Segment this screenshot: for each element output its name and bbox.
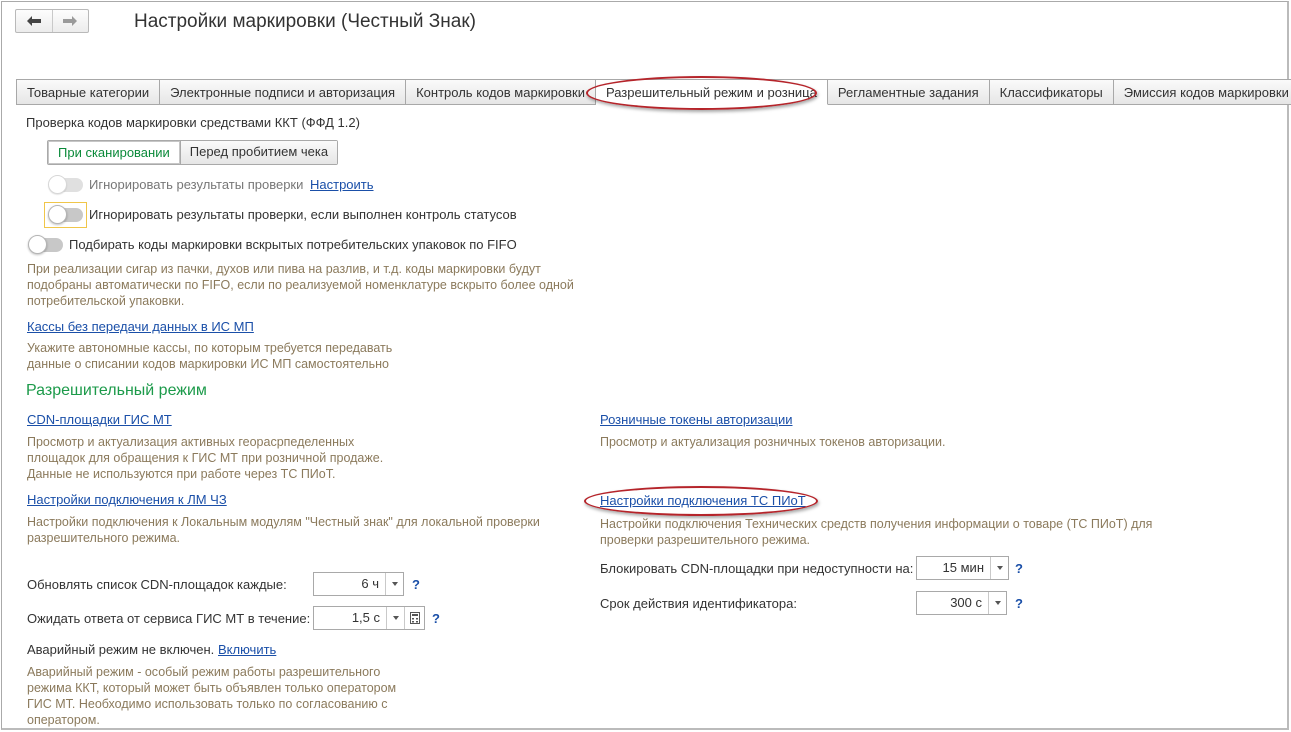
nav-buttons	[15, 9, 89, 33]
id-validity-label: Срок действия идентификатора:	[600, 596, 797, 611]
tab-signatures-auth[interactable]: Электронные подписи и авторизация	[160, 79, 407, 105]
piot-connection-link[interactable]: Настройки подключения ТС ПИоТ	[600, 493, 806, 508]
lm-connection-note: Настройки подключения к Локальным модуля…	[27, 514, 540, 546]
id-validity-field[interactable]: 300 с	[916, 591, 1007, 615]
refresh-cdn-help-icon[interactable]: ?	[412, 577, 420, 592]
emergency-note: Аварийный режим - особый режим работы ра…	[27, 664, 396, 728]
lm-note-line: разрешительного режима.	[27, 531, 181, 545]
fifo-note-line: потребительской упаковки.	[27, 294, 185, 308]
cdn-note-line: Просмотр и актуализация активных геораср…	[27, 435, 355, 449]
tab-product-categories[interactable]: Товарные категории	[16, 79, 161, 105]
forward-button[interactable]	[51, 10, 89, 32]
ignore-if-status-toggle[interactable]	[48, 205, 83, 224]
tab-scheduled-jobs[interactable]: Регламентные задания	[827, 79, 990, 105]
retail-tokens-link[interactable]: Розничные токены авторизации	[600, 412, 793, 427]
lm-connection-link[interactable]: Настройки подключения к ЛМ ЧЗ	[27, 492, 227, 507]
cdn-note-line: Данные не используются при работе через …	[27, 467, 336, 481]
emergency-status: Аварийный режим не включен.	[27, 642, 215, 657]
tab-code-control[interactable]: Контроль кодов маркировки	[406, 79, 596, 105]
emergency-note-line: оператором.	[27, 713, 100, 727]
tab-bar: Товарные категории Электронные подписи и…	[16, 79, 1291, 105]
kkt-check-heading: Проверка кодов маркировки средствами ККТ…	[26, 115, 360, 130]
arrow-left-icon	[26, 16, 41, 26]
offline-note-line: Укажите автономные кассы, по которым тре…	[27, 341, 393, 355]
offline-kkt-link[interactable]: Кассы без передачи данных в ИС МП	[27, 319, 254, 334]
arrow-right-icon	[63, 16, 78, 26]
retail-tokens-note: Просмотр и актуализация розничных токено…	[600, 435, 946, 449]
block-cdn-value: 15 мин	[942, 560, 984, 575]
fifo-note: При реализации сигар из пачки, духов или…	[27, 261, 574, 309]
wait-response-value: 1,5 с	[351, 610, 380, 625]
id-validity-value: 300 с	[950, 595, 982, 610]
refresh-cdn-value: 6 ч	[361, 576, 379, 591]
emergency-note-line: ГИС МТ. Необходимо использовать только п…	[27, 697, 388, 711]
emergency-note-line: Аварийный режим - особый режим работы ра…	[27, 665, 381, 679]
mode-before-receipt[interactable]: Перед пробитием чека	[179, 141, 338, 164]
piot-connection-note: Настройки подключения Технических средст…	[600, 516, 1152, 548]
fifo-toggle[interactable]	[28, 235, 63, 254]
ignore-results-label: Игнорировать результаты проверки	[89, 177, 304, 192]
permit-mode-heading: Разрешительный режим	[26, 382, 207, 399]
fifo-note-line: При реализации сигар из пачки, духов или…	[27, 262, 541, 276]
settings-window: Настройки маркировки (Честный Знак) Това…	[1, 1, 1291, 730]
tab-classifiers[interactable]: Классификаторы	[989, 79, 1114, 105]
block-cdn-help-icon[interactable]: ?	[1015, 561, 1023, 576]
piot-note-line: Настройки подключения Технических средст…	[600, 517, 1153, 531]
piot-note-line: проверки разрешительного режима.	[600, 533, 811, 547]
refresh-cdn-field[interactable]: 6 ч	[313, 572, 404, 596]
refresh-cdn-dropdown-button[interactable]	[385, 573, 403, 595]
tab-code-emission[interactable]: Эмиссия кодов маркировки	[1113, 79, 1291, 105]
ignore-if-status-label: Игнорировать результаты проверки, если в…	[89, 207, 517, 222]
wait-response-dropdown-button[interactable]	[386, 607, 404, 629]
ignore-results-toggle[interactable]	[48, 175, 83, 194]
wait-response-field[interactable]: 1,5 с	[313, 606, 425, 630]
cdn-note: Просмотр и актуализация активных геораср…	[27, 434, 383, 482]
tab-permit-retail[interactable]: Разрешительный режим и розница	[595, 79, 828, 105]
fifo-note-line: подобраны автоматически по FIFO, если по…	[27, 278, 574, 292]
wait-response-help-icon[interactable]: ?	[432, 611, 440, 626]
cdn-note-line: площадок для обращения к ГИС МТ при розн…	[27, 451, 384, 465]
block-cdn-field[interactable]: 15 мин	[916, 556, 1009, 580]
page-title: Настройки маркировки (Честный Знак)	[134, 11, 476, 32]
offline-kkt-note: Укажите автономные кассы, по которым тре…	[27, 340, 392, 372]
emergency-note-line: режима ККТ, который может быть объявлен …	[27, 681, 397, 695]
fifo-label: Подбирать коды маркировки вскрытых потре…	[69, 237, 517, 252]
back-button[interactable]	[16, 10, 52, 32]
wait-response-label: Ожидать ответа от сервиса ГИС МТ в течен…	[27, 611, 311, 626]
offline-note-line: данные о списании кодов маркировки ИС МП…	[27, 357, 389, 371]
block-cdn-label: Блокировать CDN-площадки при недоступнос…	[600, 561, 914, 576]
calculator-button[interactable]	[404, 607, 424, 629]
enable-emergency-link[interactable]: Включить	[218, 642, 276, 657]
id-validity-help-icon[interactable]: ?	[1015, 596, 1023, 611]
id-validity-dropdown-button[interactable]	[988, 592, 1006, 614]
configure-link[interactable]: Настроить	[310, 177, 374, 192]
block-cdn-dropdown-button[interactable]	[990, 557, 1008, 579]
calculator-icon	[409, 612, 420, 624]
lm-note-line: Настройки подключения к Локальным модуля…	[27, 515, 540, 529]
mode-on-scan[interactable]: При сканировании	[48, 141, 180, 164]
check-mode-switch: При сканировании Перед пробитием чека	[47, 140, 339, 165]
refresh-cdn-label: Обновлять список CDN-площадок каждые:	[27, 577, 287, 592]
cdn-link[interactable]: CDN-площадки ГИС МТ	[27, 412, 172, 427]
